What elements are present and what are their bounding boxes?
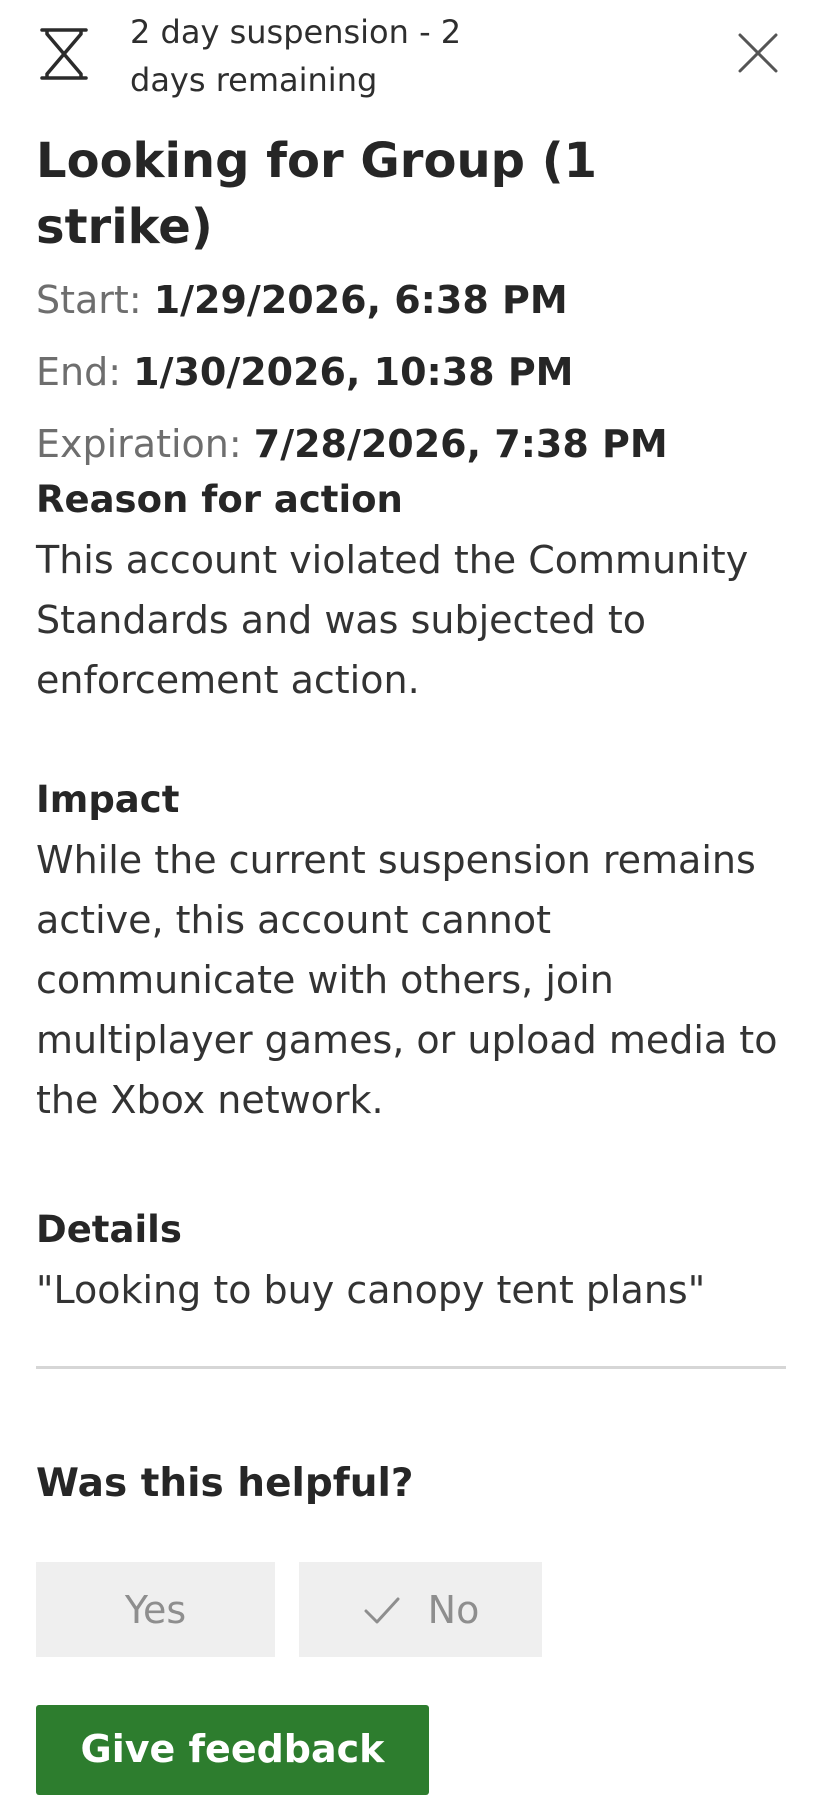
end-date-row: End: 1/30/2026, 10:38 PM: [36, 336, 786, 408]
no-button[interactable]: No: [299, 1562, 542, 1657]
impact-section: Impact While the current suspension rema…: [36, 770, 786, 1130]
yes-button[interactable]: Yes: [36, 1562, 275, 1657]
suspension-status: 2 day suspension - 2 days remaining: [130, 8, 590, 104]
details-section: Details "Looking to buy canopy tent plan…: [36, 1200, 786, 1320]
details-body: "Looking to buy canopy tent plans": [36, 1268, 706, 1312]
start-date-row: Start: 1/29/2026, 6:38 PM: [36, 264, 786, 336]
suspension-status-line-1: 2 day suspension - 2: [130, 13, 462, 51]
yes-button-label: Yes: [124, 1587, 187, 1632]
start-value: 1/29/2026, 6:38 PM: [153, 278, 568, 322]
expiration-label: Expiration:: [36, 422, 242, 466]
give-feedback-label: Give feedback: [80, 1727, 385, 1771]
hourglass-icon: [40, 28, 88, 80]
expiration-value: 7/28/2026, 7:38 PM: [253, 422, 668, 466]
suspension-status-line-2: days remaining: [130, 61, 378, 99]
impact-heading: Impact: [36, 778, 180, 821]
enforcement-title: Looking for Group (1 strike): [36, 133, 598, 255]
reason-section: Reason for action This account violated …: [36, 470, 786, 710]
start-label: Start:: [36, 278, 142, 322]
reason-heading: Reason for action: [36, 478, 403, 521]
suspension-header: 2 day suspension - 2 days remaining: [0, 0, 818, 110]
enforcement-dates: Start: 1/29/2026, 6:38 PM End: 1/30/2026…: [36, 264, 786, 480]
end-value: 1/30/2026, 10:38 PM: [133, 350, 574, 394]
reason-body: This account violated the Community Stan…: [36, 538, 749, 702]
details-heading: Details: [36, 1208, 182, 1251]
impact-body: While the current suspension remains act…: [36, 838, 778, 1122]
helpful-question: Was this helpful?: [36, 1461, 414, 1506]
enforcement-details: Looking for Group (1 strike) Start: 1/29…: [36, 128, 786, 1312]
close-icon[interactable]: [735, 30, 781, 76]
check-icon: [364, 1597, 400, 1623]
no-button-label: No: [427, 1587, 480, 1632]
end-label: End:: [36, 350, 122, 394]
give-feedback-button[interactable]: Give feedback: [36, 1705, 429, 1795]
section-divider: [36, 1366, 786, 1369]
